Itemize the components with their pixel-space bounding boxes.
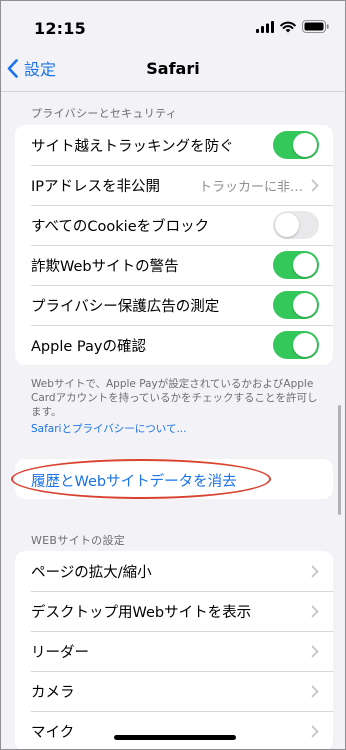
row-fraudulent-website-warning[interactable]: 詐欺Webサイトの警告 — [15, 245, 333, 285]
privacy-section-header: プライバシーとセキュリティ — [31, 107, 178, 120]
row-label: すべてのCookieをブロック — [31, 218, 210, 235]
home-indicator[interactable] — [114, 735, 236, 740]
status-bar: 12:15 — [1, 1, 345, 47]
row-check-apple-pay[interactable]: Apple Payの確認 — [15, 325, 333, 365]
chevron-right-icon — [311, 645, 319, 657]
chevron-right-icon — [311, 725, 319, 737]
toggle-privacy-preserving-ad-measurement[interactable] — [273, 291, 319, 319]
scrollbar[interactable] — [338, 405, 341, 515]
navigation-bar: 設定 Safari — [1, 47, 345, 91]
chevron-right-icon — [311, 685, 319, 697]
row-label: サイト越えトラッキングを防ぐ — [31, 138, 234, 155]
safari-settings-screen: 12:15 設定 Safari プライバシーとセキュリティ サイト越えトラッキン… — [0, 0, 346, 750]
page-title: Safari — [146, 59, 200, 78]
wifi-icon — [280, 21, 296, 32]
row-label: 詐欺Webサイトの警告 — [31, 258, 179, 275]
website-settings-group: ページの拡大/縮小 デスクトップ用Webサイトを表示 リーダー カメラ マイク — [15, 551, 333, 749]
row-label: プライバシー保護広告の測定 — [31, 298, 220, 315]
row-reader[interactable]: リーダー — [15, 631, 333, 671]
row-value: トラッカーに非… — [198, 179, 303, 195]
privacy-footer-text: Webサイトで、Apple Payが設定されているかおよびApple Cardア… — [31, 378, 318, 418]
toggle-prevent-cross-site-tracking[interactable] — [273, 131, 319, 159]
row-prevent-cross-site-tracking[interactable]: サイト越えトラッキングを防ぐ — [15, 125, 333, 165]
toggle-check-apple-pay[interactable] — [273, 331, 319, 359]
status-icons — [256, 20, 329, 33]
row-privacy-preserving-ad-measurement[interactable]: プライバシー保護広告の測定 — [15, 285, 333, 325]
cellular-signal-icon — [256, 20, 274, 33]
row-page-zoom[interactable]: ページの拡大/縮小 — [15, 551, 333, 591]
status-time: 12:15 — [34, 19, 86, 38]
row-hide-ip-address[interactable]: IPアドレスを非公開 トラッカーに非… — [15, 165, 333, 205]
chevron-right-icon — [311, 605, 319, 617]
privacy-group: サイト越えトラッキングを防ぐ IPアドレスを非公開 トラッカーに非… すべてのC… — [15, 125, 333, 365]
row-label: リーダー — [31, 644, 89, 661]
toggle-block-all-cookies[interactable] — [273, 211, 319, 239]
battery-icon — [302, 20, 329, 33]
row-microphone[interactable]: マイク — [15, 711, 333, 749]
chevron-right-icon — [311, 565, 319, 577]
website-settings-header: WEBサイトの設定 — [31, 534, 126, 547]
nav-divider — [1, 91, 345, 92]
row-label: デスクトップ用Webサイトを表示 — [31, 604, 252, 621]
chevron-right-icon — [311, 179, 319, 191]
row-label: Apple Payの確認 — [31, 338, 146, 355]
annotation-highlight-oval — [11, 459, 271, 499]
row-block-all-cookies[interactable]: すべてのCookieをブロック — [15, 205, 333, 245]
row-label: カメラ — [31, 684, 75, 701]
row-camera[interactable]: カメラ — [15, 671, 333, 711]
toggle-fraudulent-website-warning[interactable] — [273, 251, 319, 279]
safari-privacy-link[interactable]: Safariとプライバシーについて... — [31, 421, 186, 436]
row-label: ページの拡大/縮小 — [31, 564, 152, 581]
row-label: IPアドレスを非公開 — [31, 178, 161, 195]
row-request-desktop-website[interactable]: デスクトップ用Webサイトを表示 — [15, 591, 333, 631]
